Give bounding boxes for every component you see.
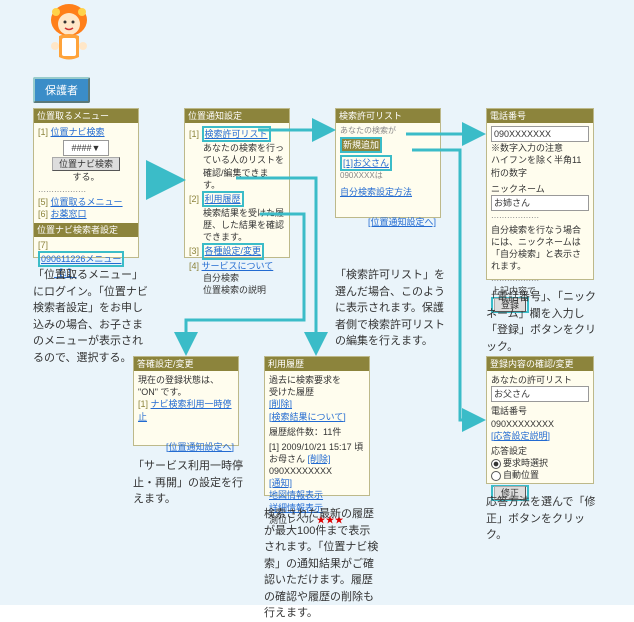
arrows xyxy=(0,0,634,605)
stage: 保護者 位置取るメニュー [1] 位置ナビ検索 ####▼ 位置ナビ検索 する。… xyxy=(0,0,634,605)
